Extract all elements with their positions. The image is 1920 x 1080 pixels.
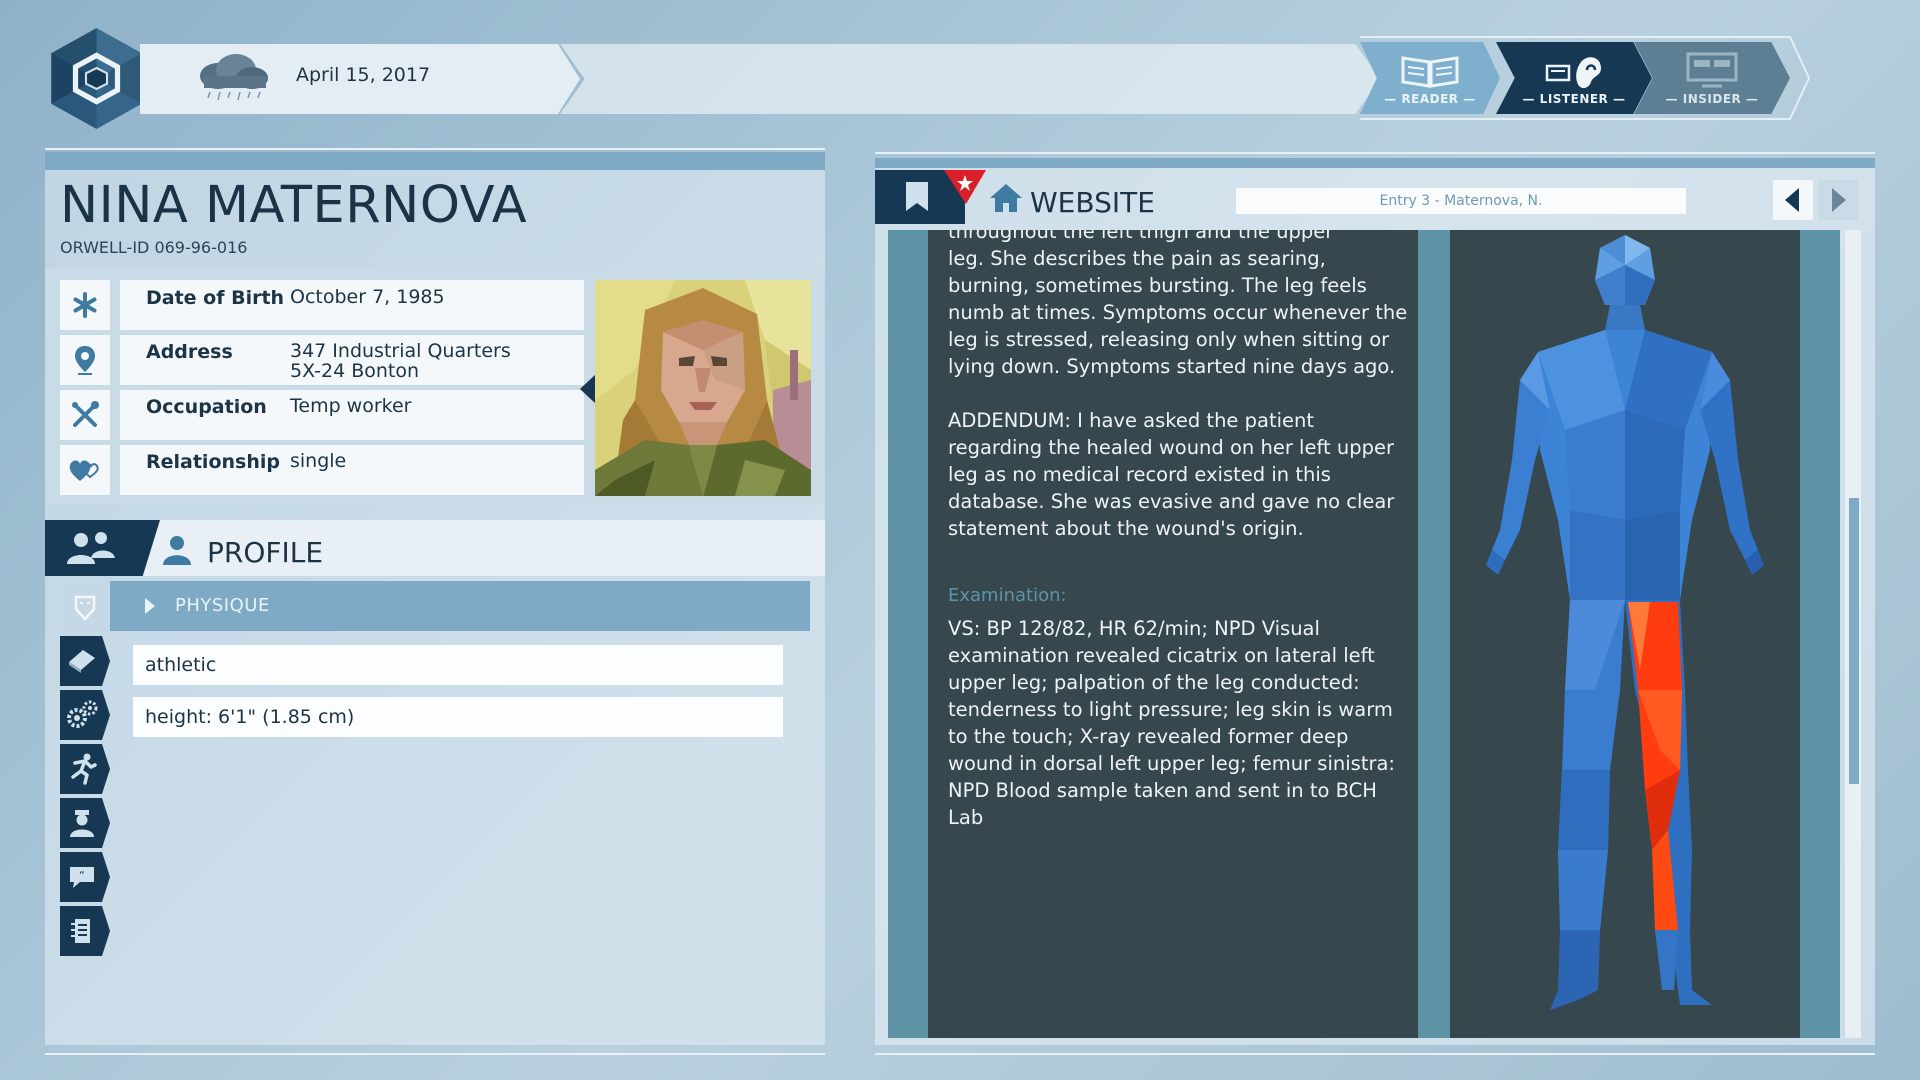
scrollbar-thumb[interactable]: [1849, 498, 1859, 784]
mode-bar-outline: [1360, 36, 1810, 120]
eraser-icon: [69, 650, 95, 673]
chevron-right-icon: [145, 598, 155, 614]
medical-record-text[interactable]: throughout the left thigh and the upper …: [928, 230, 1418, 1038]
location-pin-icon: [75, 346, 95, 375]
arrow-right-icon: [1832, 188, 1846, 212]
header-stripe: [45, 152, 825, 170]
skills-category-button[interactable]: [60, 690, 110, 740]
occupation-value: Temp worker: [290, 395, 412, 417]
physique-label: PHYSIQUE: [175, 595, 270, 616]
physique-category-button[interactable]: [60, 636, 110, 686]
status-bar: [560, 44, 1380, 114]
exam-text: VS: BP 128/82, HR 62/min; NPD Visual exa…: [948, 617, 1395, 829]
trait-row[interactable]: height: 6'1" (1.85 cm): [133, 697, 783, 737]
website-title: WEBSITE: [1030, 186, 1155, 219]
dob-label: Date of Birth: [146, 287, 285, 309]
dob-value: October 7, 1985: [290, 286, 445, 308]
officer-icon: [70, 810, 94, 837]
affiliation-category-button[interactable]: [60, 798, 110, 848]
trait-text: height: 6'1" (1.85 cm): [145, 706, 355, 728]
dob-icon-box: [60, 280, 110, 330]
face-icon-box: [60, 581, 110, 631]
occupation-label: Occupation: [146, 396, 267, 418]
entry-title: Entry 3 - Maternova, N.: [1236, 188, 1686, 214]
divider: [875, 1053, 1875, 1055]
body-diagram[interactable]: [1450, 230, 1800, 1038]
activities-category-button[interactable]: [60, 744, 110, 794]
rain-cloud-icon: [200, 54, 268, 101]
record-paragraph: leg. She describes the pain as searing, …: [948, 247, 1408, 378]
asterisk-icon: [73, 292, 97, 318]
relationship-value: single: [290, 450, 347, 472]
physique-section-header[interactable]: [60, 581, 810, 631]
divider: [45, 1053, 825, 1055]
document-icon: [71, 919, 90, 943]
subject-portrait[interactable]: [595, 280, 811, 496]
prev-entry-button[interactable]: [1773, 180, 1813, 220]
trait-row[interactable]: athletic: [133, 645, 783, 685]
orwell-id: ORWELL-ID 069-96-016: [60, 238, 248, 257]
documents-category-button[interactable]: [60, 906, 110, 956]
divider: [45, 148, 825, 150]
arrow-left-icon: [1785, 188, 1799, 212]
divider: [875, 152, 1875, 154]
exam-heading: Examination:: [948, 585, 1067, 606]
address-line-2: 5X-24 Bonton: [290, 360, 420, 382]
runner-icon: [71, 753, 97, 785]
address-value: 347 Industrial Quarters 5X-24 Bonton: [290, 341, 511, 381]
profile-tab[interactable]: [45, 520, 160, 576]
record-text-cut: throughout the left thigh and the upper: [948, 230, 1334, 243]
occupation-icon-box: [60, 390, 110, 440]
relationship-label: Relationship: [146, 451, 280, 473]
address-label: Address: [146, 341, 233, 363]
address-line-1: 347 Industrial Quarters: [290, 340, 511, 362]
current-date: April 15, 2017: [296, 64, 431, 86]
gears-icon: [67, 700, 98, 728]
subject-name: NINA MATERNOVA: [60, 176, 528, 235]
profile-title: PROFILE: [207, 536, 324, 569]
home-icon: [990, 184, 1022, 212]
trait-text: athletic: [145, 654, 217, 676]
speech-bubble-icon: “: [70, 867, 94, 888]
next-entry-button[interactable]: [1818, 180, 1858, 220]
hearts-icon: [69, 460, 99, 481]
header-stripe: [875, 158, 1875, 168]
face-icon: [74, 595, 96, 621]
communication-category-button[interactable]: “: [60, 852, 110, 902]
bookmark-icon: [906, 182, 928, 211]
star-flag-icon: [944, 170, 986, 204]
people-icon: [67, 532, 115, 564]
address-icon-box: [60, 335, 110, 385]
record-addendum: ADDENDUM: I have asked the patient regar…: [948, 409, 1395, 540]
orwell-logo: [51, 28, 142, 129]
tools-icon: [72, 401, 99, 427]
relationship-icon-box: [60, 445, 110, 495]
person-icon: [163, 536, 191, 565]
svg-text:“: “: [79, 869, 85, 882]
photo-pointer: [580, 374, 596, 404]
body-diagram-panel: [1450, 230, 1800, 1038]
